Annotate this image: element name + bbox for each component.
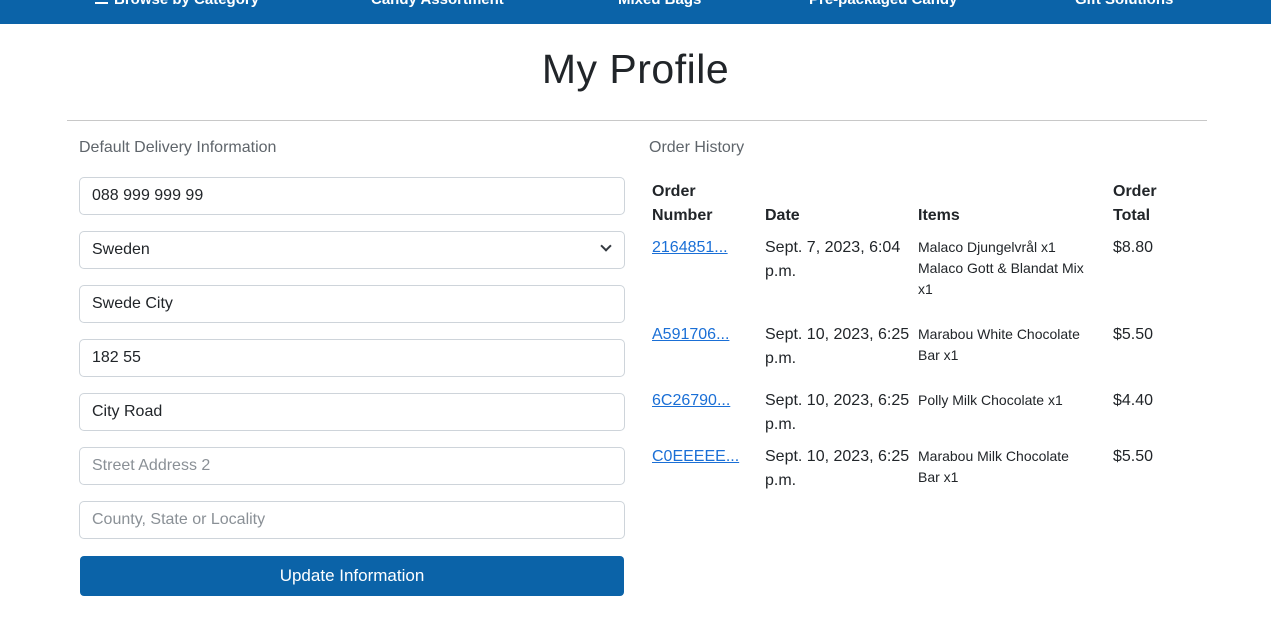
order-total: $5.50: [1113, 326, 1154, 343]
item-line: Bar x1: [918, 469, 959, 485]
item-line: Marabou White Chocolate: [918, 326, 1080, 342]
date-line: Sept. 10, 2023, 6:25: [765, 448, 910, 465]
order-items: Malaco Djungelvrål x1 Malaco Gott & Blan…: [918, 237, 1108, 300]
col-header-items: Items: [918, 207, 960, 224]
street-address-2-field[interactable]: Street Address 2: [79, 447, 625, 485]
street-address-1-field[interactable]: City Road: [79, 393, 625, 431]
phone-field[interactable]: 088 999 999 99: [79, 177, 625, 215]
nav-label: Browse by Category: [114, 0, 259, 8]
order-number-link[interactable]: C0EEEEE...: [652, 445, 752, 469]
date-line: p.m.: [765, 472, 797, 489]
item-line: Malaco Djungelvrål x1: [918, 239, 1056, 255]
col-header-line: Number: [652, 207, 713, 224]
country-select[interactable]: Sweden: [79, 231, 625, 269]
col-header-line: Order: [652, 183, 696, 200]
menu-icon: [95, 0, 108, 5]
item-line: Polly Milk Chocolate x1: [918, 392, 1063, 408]
order-date: Sept. 10, 2023, 6:25 p.m.: [765, 445, 915, 493]
col-header-date: Date: [765, 207, 800, 224]
item-line: x1: [918, 281, 933, 297]
update-information-button[interactable]: Update Information: [80, 556, 624, 596]
order-date: Sept. 7, 2023, 6:04 p.m.: [765, 236, 915, 284]
order-items: Polly Milk Chocolate x1: [918, 390, 1108, 411]
nav-pre-packaged-candy[interactable]: Pre-packaged Candy: [809, 0, 957, 8]
date-line: Sept. 10, 2023, 6:25: [765, 326, 910, 343]
col-header-order-number: Order Number: [652, 180, 712, 228]
nav-mixed-bags[interactable]: Mixed Bags: [618, 0, 701, 8]
item-line: Bar x1: [918, 347, 959, 363]
date-line: p.m.: [765, 350, 797, 367]
order-total: $8.80: [1113, 239, 1154, 256]
order-items: Marabou Milk Chocolate Bar x1: [918, 446, 1108, 488]
col-header-order-total: Order Total: [1113, 180, 1157, 228]
country-value: Sweden: [92, 241, 150, 258]
order-total: $4.40: [1113, 392, 1154, 409]
nav-gift-solutions[interactable]: Gift Solutions: [1075, 0, 1173, 8]
date-line: p.m.: [765, 263, 797, 280]
delivery-heading: Default Delivery Information: [79, 139, 277, 156]
order-number-link[interactable]: 6C26790...: [652, 389, 752, 413]
date-line: p.m.: [765, 416, 797, 433]
order-items: Marabou White Chocolate Bar x1: [918, 324, 1108, 366]
order-date: Sept. 10, 2023, 6:25 p.m.: [765, 389, 915, 437]
col-header-line: Order: [1113, 183, 1157, 200]
item-line: Malaco Gott & Blandat Mix: [918, 260, 1084, 276]
divider: [67, 120, 1207, 121]
chevron-down-icon: [600, 240, 612, 252]
nav-browse-by-category[interactable]: Browse by Category: [95, 0, 259, 8]
city-field[interactable]: Swede City: [79, 285, 625, 323]
county-field[interactable]: County, State or Locality: [79, 501, 625, 539]
order-date: Sept. 10, 2023, 6:25 p.m.: [765, 323, 915, 371]
page-title: My Profile: [541, 46, 730, 92]
order-total: $5.50: [1113, 448, 1154, 465]
order-number-link[interactable]: A591706...: [652, 323, 752, 347]
order-history-heading: Order History: [649, 139, 745, 156]
date-line: Sept. 10, 2023, 6:25: [765, 392, 910, 409]
nav-candy-assortment[interactable]: Candy Assortment: [371, 0, 504, 8]
col-header-line: Total: [1113, 207, 1151, 224]
top-navigation-bar: Browse by Category Candy Assortment Mixe…: [0, 0, 1271, 24]
date-line: Sept. 7, 2023, 6:04: [765, 239, 901, 256]
order-number-link[interactable]: 2164851...: [652, 236, 752, 260]
postcode-field[interactable]: 182 55: [79, 339, 625, 377]
item-line: Marabou Milk Chocolate: [918, 448, 1069, 464]
